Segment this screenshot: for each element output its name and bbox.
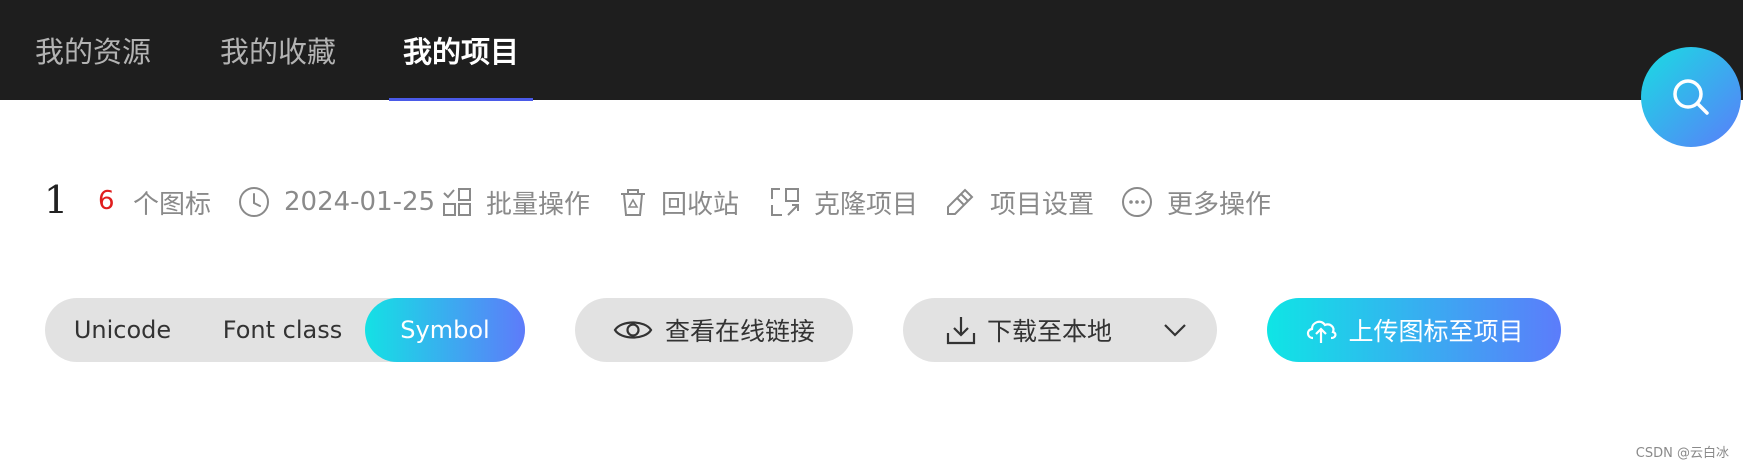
recycle-bin-button[interactable]: 回收站 [619,180,739,224]
view-online-link-label: 查看在线链接 [664,317,815,346]
batch-operation-label: 批量操作 [486,189,591,220]
updated-date: 2024-01-25 [238,180,435,224]
view-online-link-button[interactable]: 查看在线链接 [575,298,853,362]
download-icon [946,317,976,345]
batch-operation-button[interactable]: 批量操作 [442,180,590,224]
more-actions-label: 更多操作 [1167,189,1272,220]
chevron-down-icon[interactable] [1163,323,1187,337]
grid-check-icon [443,188,471,216]
more-dots-icon [1122,187,1152,217]
download-local-label: 下载至本地 [987,317,1113,346]
project-count: 1 [44,178,69,222]
clone-project-label: 克隆项目 [814,189,919,220]
recycle-bin-label: 回收站 [661,189,740,220]
watermark: CSDN @云白冰 [1635,446,1729,461]
search-icon [1673,79,1709,115]
pencil-icon [947,188,974,215]
clock-icon [239,187,269,217]
tab-my-projects[interactable]: 我的项目 [398,0,524,100]
download-local-button[interactable]: 下载至本地 [903,298,1217,362]
format-segmented-control: Unicode Font class Symbol [45,298,525,362]
format-font-class-tab[interactable]: Font class [200,298,365,362]
more-actions-button[interactable]: 更多操作 [1121,180,1271,224]
format-unicode-tab[interactable]: Unicode [45,298,200,362]
icon-count: 6 [98,186,115,216]
clone-project-button[interactable]: 克隆项目 [770,180,918,224]
project-settings-button[interactable]: 项目设置 [944,180,1094,224]
date-text: 2024-01-25 [284,187,436,217]
cloud-upload-icon [1307,320,1338,343]
upload-icon-to-project-button[interactable]: 上传图标至项目 [1267,298,1561,362]
upload-icon-label: 上传图标至项目 [1348,317,1524,346]
tab-my-resources[interactable]: 我的资源 [30,0,156,100]
project-settings-label: 项目设置 [990,189,1095,220]
active-tab-underline [389,98,533,101]
icon-count-suffix: 个图标 [133,189,212,220]
format-symbol-tab[interactable]: Symbol [365,298,525,362]
search-button[interactable] [1641,47,1741,147]
top-nav-bar: 我的资源 我的收藏 我的项目 [0,0,1743,101]
icon-count-label: 个图标 [133,180,211,224]
tab-my-favorites[interactable]: 我的收藏 [215,0,341,100]
recycle-bin-icon [621,189,645,216]
eye-icon [613,321,653,339]
clone-icon [771,188,799,216]
